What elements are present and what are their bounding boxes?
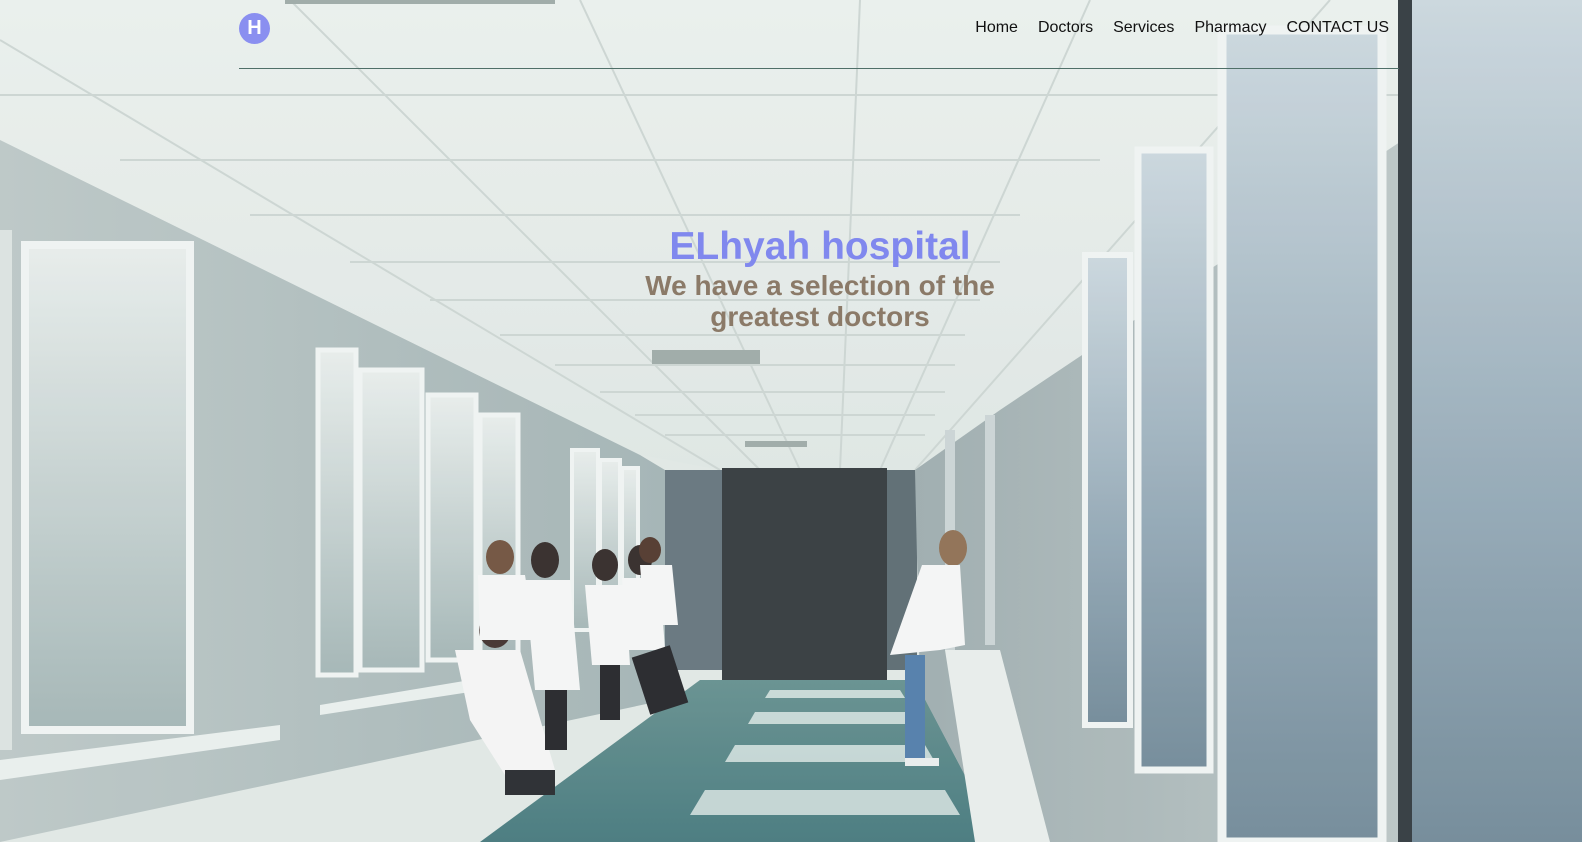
hero-title: ELhyah hospital — [669, 225, 971, 268]
hero-section: H Home Doctors Services Pharmacy CONTACT… — [0, 0, 1582, 842]
logo[interactable]: H — [239, 13, 270, 44]
nav-link-home[interactable]: Home — [975, 19, 1018, 37]
nav-link-services[interactable]: Services — [1113, 19, 1174, 37]
hero-text: ELhyah hospital We have a selection of t… — [540, 224, 1100, 332]
hero-background-image — [0, 0, 1582, 842]
nav-links: Home Doctors Services Pharmacy CONTACT U… — [955, 19, 1389, 37]
nav-link-doctors[interactable]: Doctors — [1038, 19, 1093, 37]
nav-link-pharmacy[interactable]: Pharmacy — [1194, 19, 1266, 37]
navbar: H Home Doctors Services Pharmacy CONTACT… — [239, 0, 1399, 69]
hero-subtitle: We have a selection of the greatest doct… — [645, 270, 995, 332]
nav-link-contact-us[interactable]: CONTACT US — [1286, 19, 1389, 37]
